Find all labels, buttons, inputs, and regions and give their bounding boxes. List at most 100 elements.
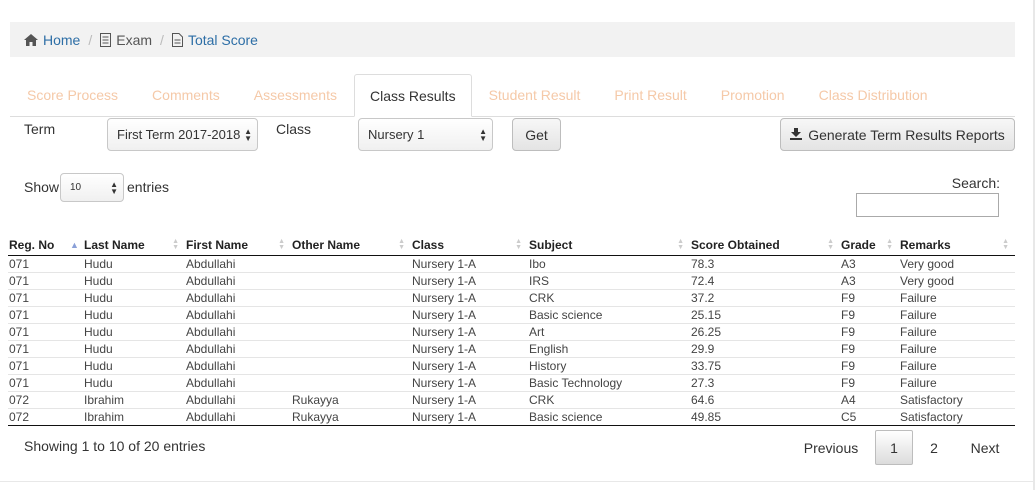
sort-icon: ▲ ▼ [278,238,285,252]
column-header-grade[interactable]: Grade ▲ ▼ [840,236,899,256]
sort-icon: ▲ ▼ [515,238,522,252]
document-icon [171,32,183,47]
cell-reg-no: 072 [8,391,83,409]
tab-comments[interactable]: Comments [135,74,237,116]
column-header-subject[interactable]: Subject ▲ ▼ [528,236,690,256]
download-icon [790,127,803,143]
cell-last-name: Hudu [83,306,185,324]
sort-icon: ▲ ▼ [886,238,893,252]
cell-score-obtained: 49.85 [690,408,840,426]
tab-student-result[interactable]: Student Result [472,74,598,116]
cell-other-name [291,374,411,392]
cell-grade: F9 [840,357,899,375]
tab-promotion[interactable]: Promotion [704,74,802,116]
term-select[interactable]: First Term 2017-2018 ▲ ▼ [107,118,258,151]
cell-score-obtained: 78.3 [690,255,840,273]
cell-remarks: Failure [899,289,1015,307]
column-header-class[interactable]: Class ▲ ▼ [411,236,528,256]
cell-last-name: Hudu [83,255,185,273]
tab-class-distribution[interactable]: Class Distribution [802,74,945,116]
cell-subject: History [528,357,690,375]
class-select-value: Nursery 1 [368,127,425,142]
entries-select[interactable]: 10 ▲ ▼ [60,173,124,202]
cell-remarks: Failure [899,357,1015,375]
cell-remarks: Very good [899,272,1015,290]
cell-score-obtained: 26.25 [690,323,840,341]
tab-score-process[interactable]: Score Process [10,74,135,116]
search-input[interactable] [856,193,999,217]
cell-other-name [291,255,411,273]
cell-grade: F9 [840,340,899,358]
breadcrumb-exam: Exam [100,32,152,48]
breadcrumb-separator: / [160,31,164,48]
cell-other-name: Rukayya [291,391,411,409]
column-header-first-name[interactable]: First Name ▲ ▼ [185,236,291,256]
generate-reports-button[interactable]: Generate Term Results Reports [780,118,1015,151]
table-body: 071 Hudu Abdullahi Nursery 1-A Ibo 78.3 A3 Very… [8,255,1015,426]
cell-remarks: Satisfactory [899,408,1015,426]
cell-first-name: Abdullahi [185,340,291,358]
cell-subject: IRS [528,272,690,290]
get-button[interactable]: Get [512,118,561,151]
cell-subject: Basic Technology [528,374,690,392]
select-arrows-icon: ▲ ▼ [244,126,252,143]
cell-grade: A3 [840,255,899,273]
cell-reg-no: 071 [8,306,83,324]
page-1-button[interactable]: 1 [875,430,913,465]
table-row: 072 Ibrahim Abdullahi Rukayya Nursery 1-A Bas… [8,408,1015,426]
cell-other-name: Rukayya [291,408,411,426]
breadcrumb-total-score[interactable]: Total Score [171,32,258,48]
previous-button[interactable]: Previous [795,430,867,465]
tab-bar: Score Process Comments Assessments Class… [10,74,1015,117]
page-2-button[interactable]: 2 [916,430,952,465]
cell-score-obtained: 33.75 [690,357,840,375]
cell-class: Nursery 1-A [411,272,528,290]
column-header-remarks[interactable]: Remarks ▲ ▼ [899,236,1015,256]
cell-first-name: Abdullahi [185,357,291,375]
home-icon [24,33,38,46]
tab-class-results[interactable]: Class Results [353,74,472,117]
cell-first-name: Abdullahi [185,408,291,426]
cell-grade: A4 [840,391,899,409]
cell-subject: CRK [528,391,690,409]
cell-first-name: Abdullahi [185,289,291,307]
column-header-reg-no[interactable]: Reg. No ▲ [8,236,83,256]
cell-first-name: Abdullahi [185,391,291,409]
column-header-other-name[interactable]: Other Name ▲ ▼ [291,236,411,256]
breadcrumb-separator: / [88,31,93,48]
cell-class: Nursery 1-A [411,340,528,358]
cell-last-name: Hudu [83,357,185,375]
cell-last-name: Ibrahim [83,391,185,409]
cell-score-obtained: 64.6 [690,391,840,409]
cell-remarks: Very good [899,255,1015,273]
cell-last-name: Hudu [83,323,185,341]
cell-first-name: Abdullahi [185,374,291,392]
generate-reports-label: Generate Term Results Reports [808,126,1005,143]
cell-remarks: Failure [899,374,1015,392]
column-header-score-obtained[interactable]: Score Obtained ▲ ▼ [690,236,840,256]
class-select[interactable]: Nursery 1 ▲ ▼ [358,118,493,151]
cell-class: Nursery 1-A [411,374,528,392]
cell-subject: English [528,340,690,358]
cell-class: Nursery 1-A [411,255,528,273]
cell-reg-no: 072 [8,408,83,426]
breadcrumb-total-score-label[interactable]: Total Score [188,32,258,48]
tab-assessments[interactable]: Assessments [237,74,354,116]
document-icon [100,32,112,47]
cell-class: Nursery 1-A [411,289,528,307]
table-row: 071 Hudu Abdullahi Nursery 1-A Art 26.25 F9 Fai… [8,323,1015,341]
cell-score-obtained: 25.15 [690,306,840,324]
breadcrumb-home-label[interactable]: Home [43,32,80,48]
breadcrumb-home[interactable]: Home [24,32,80,48]
column-header-last-name[interactable]: Last Name ▲ ▼ [83,236,185,256]
sort-icon: ▲ ▼ [677,238,684,252]
entries-label: entries [127,179,170,195]
table-header-row: Reg. No ▲ Last Name ▲ ▼ First Name ▲ ▼ Other … [8,236,1015,256]
sort-asc-icon: ▲ [70,240,79,251]
next-button[interactable]: Next [960,430,1010,465]
class-label: Class [276,121,312,137]
tab-print-result[interactable]: Print Result [597,74,703,116]
table-row: 071 Hudu Abdullahi Nursery 1-A English 29.9 F9… [8,340,1015,358]
cell-other-name [291,357,411,375]
cell-subject: Basic science [528,408,690,426]
